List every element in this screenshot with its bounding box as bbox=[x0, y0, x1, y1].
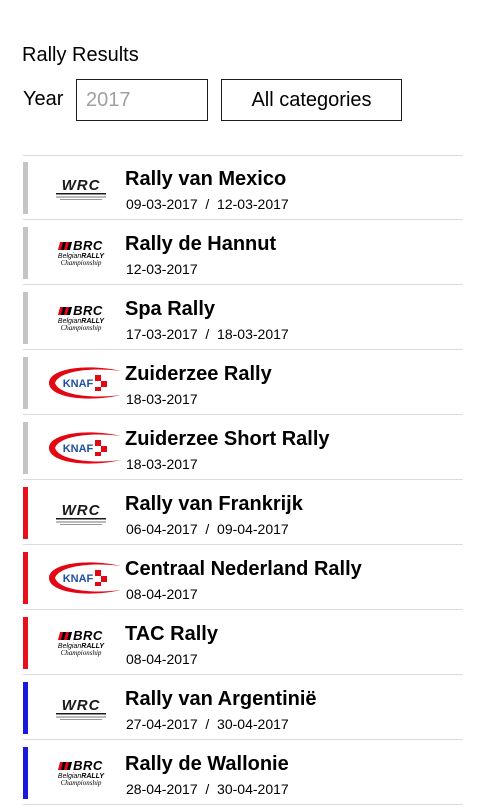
brc-logo-icon: BRC BelgianRALLY Championship bbox=[57, 628, 105, 657]
result-row[interactable]: WRC Rally van Argentinië 27-04-2017 / 30-… bbox=[23, 676, 463, 740]
brc-logo-icon: BRC BelgianRALLY Championship bbox=[57, 758, 105, 787]
svg-text:WRC: WRC bbox=[62, 177, 101, 194]
rally-date: 17-03-2017 / 18-03-2017 bbox=[126, 326, 289, 342]
championship-logo: BRC BelgianRALLY Championship bbox=[35, 749, 127, 797]
category-dropdown-button[interactable]: All categories bbox=[221, 79, 402, 121]
wrc-logo-icon: WRC bbox=[56, 697, 106, 720]
result-row[interactable]: BRC BelgianRALLY Championship TAC Rally 0… bbox=[23, 611, 463, 675]
result-row[interactable]: BRC BelgianRALLY Championship Rally de W… bbox=[23, 741, 463, 805]
rally-name: Zuiderzee Rally bbox=[125, 363, 272, 385]
category-accent-bar bbox=[23, 292, 28, 344]
svg-text:KNAF: KNAF bbox=[63, 378, 94, 390]
category-accent-bar bbox=[23, 162, 28, 214]
rally-date: 18-03-2017 bbox=[126, 391, 198, 407]
rally-name: Rally van Frankrijk bbox=[125, 493, 303, 515]
category-accent-bar bbox=[23, 487, 28, 539]
rally-name: Rally van Argentinië bbox=[125, 688, 317, 710]
category-accent-bar bbox=[23, 682, 28, 734]
championship-logo: WRC bbox=[35, 684, 127, 732]
rally-date: 27-04-2017 / 30-04-2017 bbox=[126, 716, 289, 732]
rally-date: 08-04-2017 bbox=[126, 651, 198, 667]
result-row[interactable]: WRC Rally van Frankrijk 06-04-2017 / 09-0… bbox=[23, 481, 463, 545]
championship-logo: BRC BelgianRALLY Championship bbox=[35, 229, 127, 277]
championship-logo: BRC BelgianRALLY Championship bbox=[35, 619, 127, 667]
brc-logo-icon: BRC BelgianRALLY Championship bbox=[57, 303, 105, 332]
svg-text:WRC: WRC bbox=[62, 697, 101, 714]
result-row[interactable]: KNAF Centraal Nederland Rally 08-04-2017 bbox=[23, 546, 463, 610]
rally-date: 28-04-2017 / 30-04-2017 bbox=[126, 781, 289, 797]
championship-logo: KNAF bbox=[35, 554, 127, 602]
year-input[interactable] bbox=[76, 79, 208, 121]
category-accent-bar bbox=[23, 747, 28, 799]
wrc-logo-icon: WRC bbox=[56, 502, 106, 525]
championship-logo: WRC bbox=[35, 164, 127, 212]
svg-text:KNAF: KNAF bbox=[63, 443, 94, 455]
rally-name: Rally van Mexico bbox=[125, 168, 287, 190]
wrc-logo-icon: WRC bbox=[56, 177, 106, 200]
rally-name: Rally de Hannut bbox=[125, 233, 277, 255]
year-label: Year bbox=[23, 88, 64, 110]
rally-name: Spa Rally bbox=[125, 298, 216, 320]
championship-logo: KNAF bbox=[35, 359, 127, 407]
championship-logo: WRC bbox=[35, 489, 127, 537]
rally-name: Rally de Wallonie bbox=[125, 753, 289, 775]
category-accent-bar bbox=[23, 357, 28, 409]
results-list: WRC Rally van Mexico 09-03-2017 / 12-03-2… bbox=[23, 155, 463, 806]
result-row[interactable]: KNAF Zuiderzee Short Rally 18-03-2017 bbox=[23, 416, 463, 480]
category-accent-bar bbox=[23, 422, 28, 474]
category-accent-bar bbox=[23, 552, 28, 604]
rally-name: Centraal Nederland Rally bbox=[125, 558, 362, 580]
rally-date: 09-03-2017 / 12-03-2017 bbox=[126, 196, 289, 212]
svg-text:KNAF: KNAF bbox=[63, 573, 94, 585]
rally-results-page: Rally Results Year All categories WRC Ra… bbox=[0, 0, 486, 810]
rally-date: 08-04-2017 bbox=[126, 586, 198, 602]
rally-date: 12-03-2017 bbox=[126, 261, 198, 277]
rally-date: 18-03-2017 bbox=[126, 456, 198, 472]
result-row[interactable]: KNAF Zuiderzee Rally 18-03-2017 bbox=[23, 351, 463, 415]
page-title: Rally Results bbox=[22, 44, 139, 66]
brc-logo-icon: BRC BelgianRALLY Championship bbox=[57, 238, 105, 267]
result-row[interactable]: BRC BelgianRALLY Championship Rally de H… bbox=[23, 221, 463, 285]
knaf-logo-icon: KNAF bbox=[49, 367, 121, 399]
category-accent-bar bbox=[23, 227, 28, 279]
rally-date: 06-04-2017 / 09-04-2017 bbox=[126, 521, 289, 537]
rally-name: TAC Rally bbox=[125, 623, 218, 645]
knaf-logo-icon: KNAF bbox=[49, 562, 121, 594]
knaf-logo-icon: KNAF bbox=[49, 432, 121, 464]
rally-name: Zuiderzee Short Rally bbox=[125, 428, 330, 450]
category-accent-bar bbox=[23, 617, 28, 669]
championship-logo: BRC BelgianRALLY Championship bbox=[35, 294, 127, 342]
championship-logo: KNAF bbox=[35, 424, 127, 472]
svg-text:WRC: WRC bbox=[62, 502, 101, 519]
result-row[interactable]: WRC Rally van Mexico 09-03-2017 / 12-03-2… bbox=[23, 156, 463, 220]
result-row[interactable]: BRC BelgianRALLY Championship Spa Rally 1… bbox=[23, 286, 463, 350]
